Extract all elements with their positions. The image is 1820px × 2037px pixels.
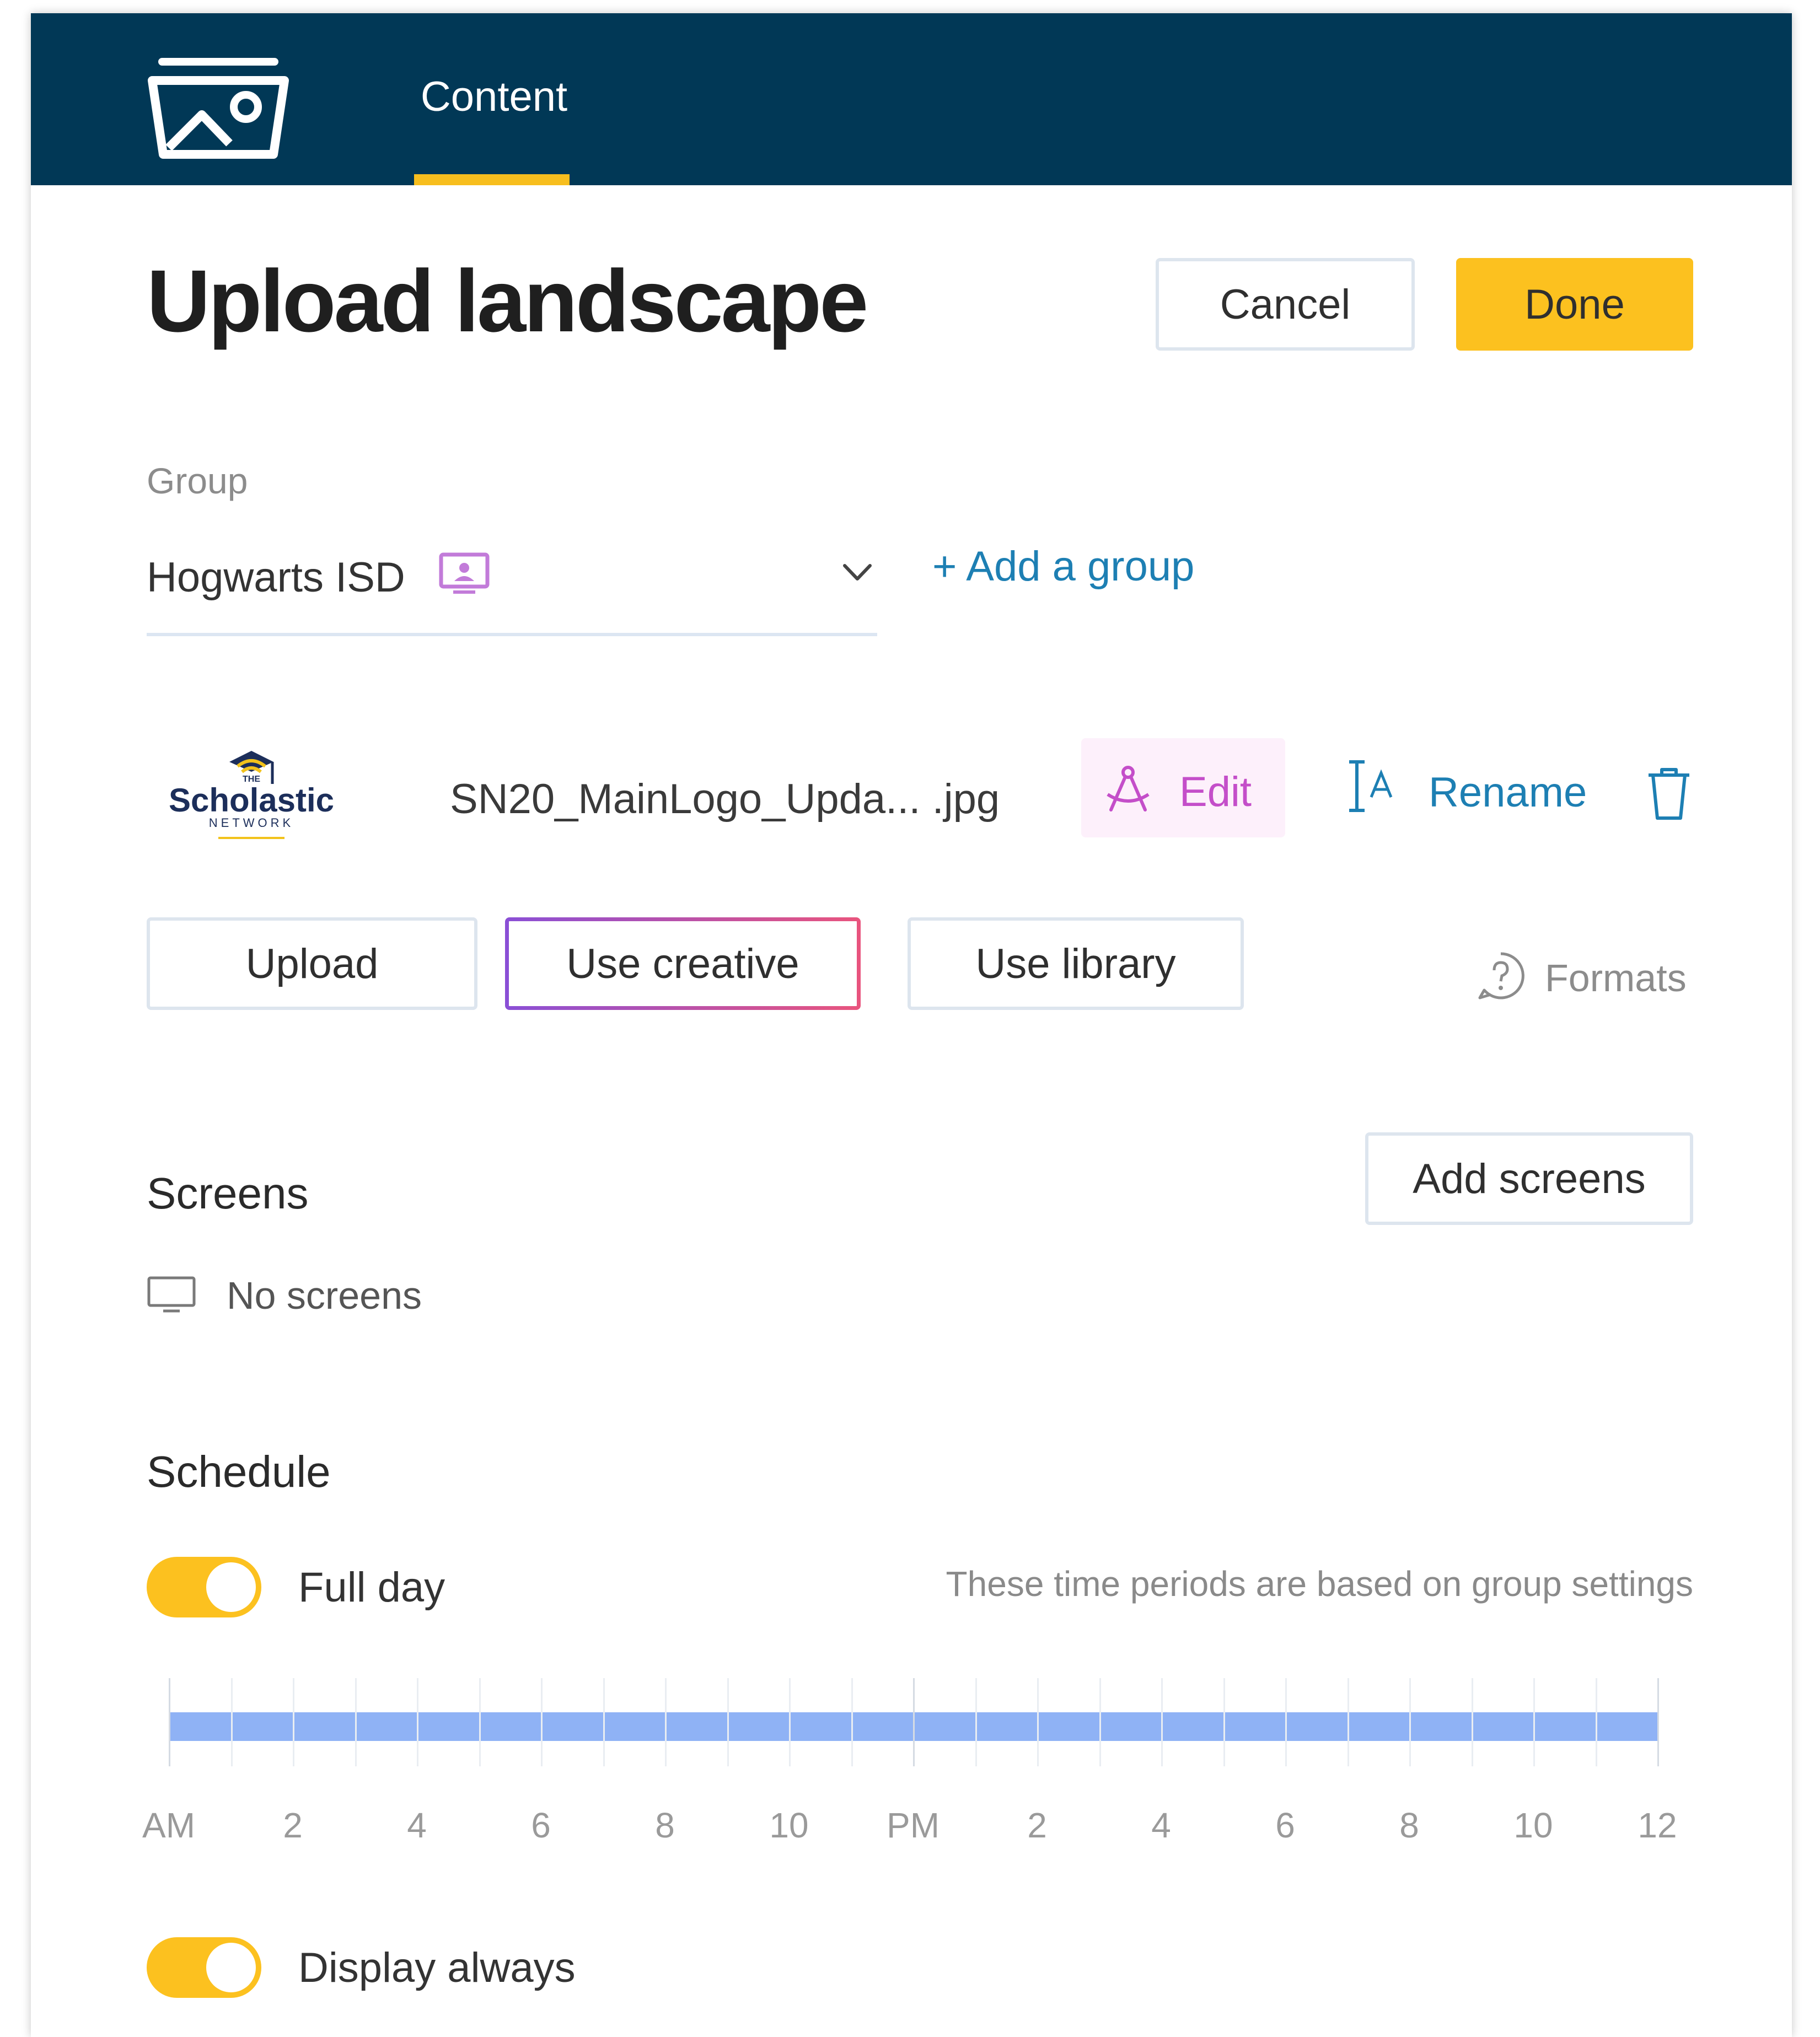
file-thumbnail: THE Scholastic NETWORK bbox=[169, 751, 334, 839]
timeline-tick bbox=[913, 1678, 915, 1766]
timeline-tick bbox=[603, 1678, 605, 1766]
timeline-tick bbox=[1099, 1678, 1101, 1766]
timeline-label: 4 bbox=[1151, 1805, 1171, 1845]
timeline-label: 4 bbox=[407, 1805, 427, 1845]
page-title: Upload landscape bbox=[147, 251, 868, 350]
help-circle-icon bbox=[1478, 952, 1524, 999]
schedule-heading: Schedule bbox=[147, 1447, 331, 1496]
timeline-tick bbox=[1285, 1678, 1287, 1766]
timeline-label: 6 bbox=[1275, 1805, 1295, 1845]
timeline-tick bbox=[851, 1678, 853, 1766]
thumbnail-text-network: NETWORK bbox=[209, 816, 294, 830]
use-library-button[interactable]: Use library bbox=[908, 917, 1244, 1010]
timeline-label: 10 bbox=[1513, 1805, 1553, 1845]
file-name: SN20_MainLogo_Upda... .jpg bbox=[450, 776, 1000, 823]
trash-icon[interactable] bbox=[1646, 767, 1692, 820]
full-day-toggle[interactable] bbox=[147, 1557, 261, 1617]
group-settings-note: These time periods are based on group se… bbox=[946, 1564, 1693, 1604]
schedule-timeline[interactable]: AM 2 4 6 8 10 PM 2 4 6 8 10 12 bbox=[142, 1678, 1677, 1860]
formats-label: Formats bbox=[1545, 956, 1687, 999]
timeline-tick bbox=[1347, 1678, 1349, 1766]
text-cursor-icon bbox=[1349, 760, 1393, 812]
timeline-tick bbox=[479, 1678, 481, 1766]
timeline-tick bbox=[293, 1678, 294, 1766]
timeline-tick bbox=[789, 1678, 791, 1766]
timeline-label: 2 bbox=[1027, 1805, 1047, 1845]
timeline-tick bbox=[975, 1678, 977, 1766]
timeline-tick bbox=[1409, 1678, 1411, 1766]
active-tab-indicator bbox=[414, 174, 570, 185]
photo-frame-icon[interactable] bbox=[147, 50, 290, 160]
timeline-label: 2 bbox=[283, 1805, 303, 1845]
add-group-link[interactable]: + Add a group bbox=[932, 542, 1194, 590]
timeline-label: AM bbox=[142, 1805, 195, 1845]
cancel-button[interactable]: Cancel bbox=[1156, 258, 1415, 351]
timeline-tick bbox=[1533, 1678, 1535, 1766]
monitor-icon bbox=[147, 1276, 196, 1313]
timeline-tick bbox=[1595, 1678, 1597, 1766]
screens-heading: Screens bbox=[147, 1169, 309, 1218]
timeline-label: 12 bbox=[1638, 1805, 1677, 1845]
timeline-tick bbox=[169, 1678, 170, 1766]
timeline-tick bbox=[665, 1678, 667, 1766]
timeline-tick bbox=[1223, 1678, 1225, 1766]
add-screens-button[interactable]: Add screens bbox=[1365, 1132, 1693, 1225]
timeline-label: 10 bbox=[769, 1805, 809, 1845]
display-always-label: Display always bbox=[298, 1944, 576, 1991]
compass-draw-icon bbox=[1107, 766, 1150, 811]
chevron-down-icon bbox=[843, 564, 872, 581]
toggle-knob bbox=[206, 1562, 256, 1612]
display-always-toggle[interactable] bbox=[147, 1937, 261, 1998]
tab-content[interactable]: Content bbox=[414, 13, 574, 185]
formats-link[interactable]: Formats bbox=[1475, 950, 1696, 1011]
edit-button[interactable]: Edit bbox=[1081, 738, 1285, 837]
rename-label: Rename bbox=[1429, 769, 1587, 816]
done-button[interactable]: Done bbox=[1456, 258, 1693, 351]
timeline-tick bbox=[230, 1678, 233, 1766]
full-day-label: Full day bbox=[298, 1564, 445, 1611]
timeline-label: PM bbox=[887, 1805, 939, 1845]
timeline-label: 8 bbox=[1399, 1805, 1419, 1845]
edit-label: Edit bbox=[1179, 768, 1252, 815]
timeline-tick bbox=[417, 1678, 418, 1766]
timeline-tick bbox=[1471, 1678, 1473, 1766]
timeline-label: 8 bbox=[655, 1805, 675, 1845]
toggle-knob bbox=[206, 1943, 256, 1992]
no-screens-text: No screens bbox=[227, 1274, 422, 1317]
rename-button[interactable]: Rename bbox=[1346, 757, 1633, 824]
top-nav-bar: Content bbox=[31, 13, 1792, 185]
timeline-label: 6 bbox=[531, 1805, 551, 1845]
upload-panel: Content Upload landscape Cancel Done Gro… bbox=[31, 13, 1792, 2037]
timeline-tick bbox=[355, 1678, 357, 1766]
thumbnail-text-scholastic: Scholastic bbox=[169, 782, 334, 819]
timeline-tick bbox=[1161, 1678, 1163, 1766]
group-label: Group bbox=[147, 460, 248, 501]
timeline-tick bbox=[1037, 1678, 1039, 1766]
use-creative-button[interactable]: Use creative bbox=[505, 917, 861, 1010]
tab-content-label: Content bbox=[420, 73, 568, 120]
presentation-screen-icon bbox=[439, 552, 490, 594]
timeline-tick bbox=[727, 1678, 729, 1766]
timeline-tick bbox=[1657, 1678, 1659, 1766]
group-select[interactable]: Hogwarts ISD bbox=[147, 537, 877, 636]
upload-button[interactable]: Upload bbox=[147, 917, 477, 1010]
timeline-tick bbox=[541, 1678, 543, 1766]
group-select-value: Hogwarts ISD bbox=[147, 554, 405, 601]
